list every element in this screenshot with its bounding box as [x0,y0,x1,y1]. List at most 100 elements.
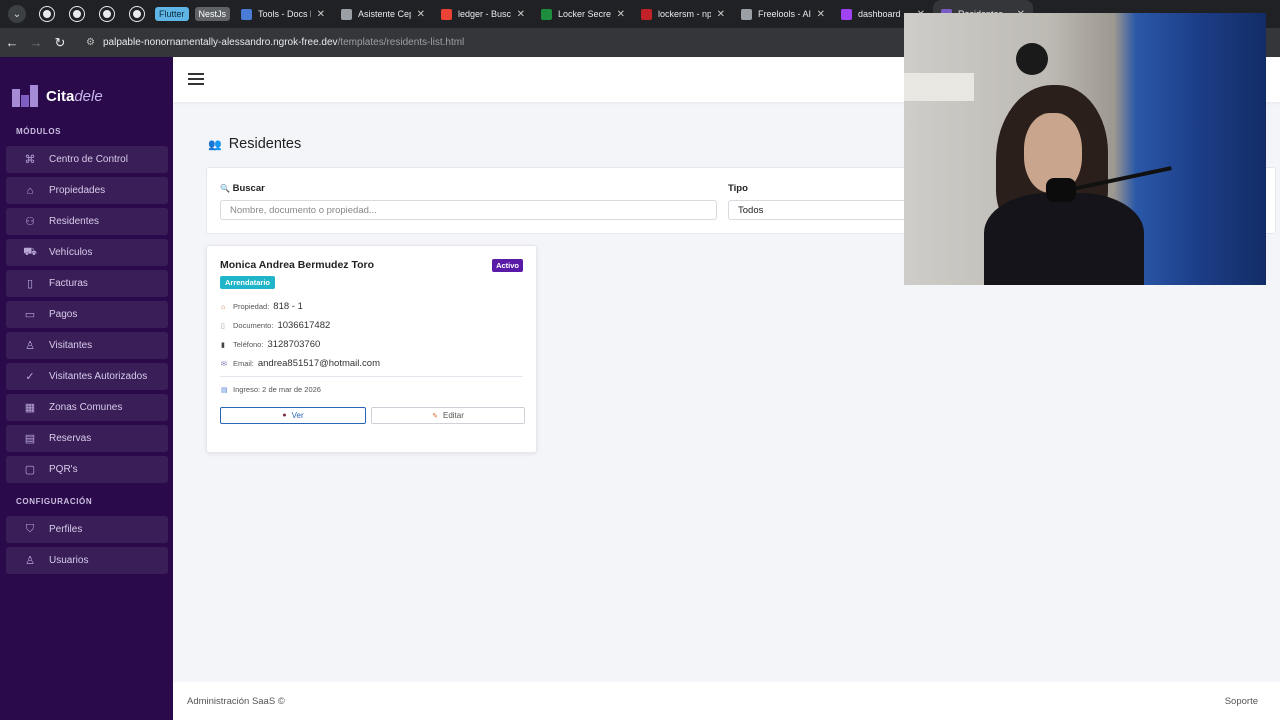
divider [220,376,523,377]
close-tab-icon[interactable]: ✕ [417,9,425,20]
bookmark-flutter[interactable]: Flutter [155,7,189,21]
resident-name: Monica Andrea Bermudez Toro [220,259,375,271]
tab-favicon-icon [741,8,753,20]
browser-tab[interactable]: Locker Secrets✕ [533,0,633,28]
sidebar-item-label: PQR's [49,464,78,475]
sidebar-item-label: Visitantes Autorizados [49,371,148,382]
sidebar-item-label: Usuarios [49,555,89,566]
command-icon: ⌘ [24,154,36,166]
calendar-icon: ▤ [24,433,36,445]
sidebar-item[interactable]: ♙ Usuarios [6,547,168,574]
browser-tab[interactable]: Freelools - AI F✕ [733,0,833,28]
tab-search-icon[interactable]: ⌄ [8,5,26,23]
sidebar-item[interactable]: ⌂ Propiedades [6,177,168,204]
tab-favicon-icon [841,8,853,20]
brand-name: Citadele [46,87,103,105]
close-tab-icon[interactable]: ✕ [317,9,325,20]
sidebar-item[interactable]: ▯ Facturas [6,270,168,297]
sidebar-item-label: Visitantes [49,340,93,351]
browser-tab[interactable]: lockersm - npm✕ [633,0,733,28]
sidebar-item-label: Pagos [49,309,78,320]
document-value: 1036617482 [277,320,331,331]
page-title-text: Residentes [228,136,302,152]
sidebar-item-label: Centro de Control [49,154,128,165]
phone-value: 3128703760 [267,339,321,350]
url-text[interactable]: palpable-nonornamentally-alessandro.ngro… [103,37,464,48]
close-tab-icon[interactable]: ✕ [517,9,525,20]
house-icon: ⌂ [221,304,226,311]
close-tab-icon[interactable]: ✕ [617,9,625,20]
sidebar-item[interactable]: ⚇ Residentes [6,208,168,235]
site-info-icon[interactable]: ⚙ [86,37,95,48]
support-link[interactable]: Soporte [1225,696,1258,707]
tab-favicon-icon [341,8,353,20]
back-icon[interactable]: ← [0,35,24,50]
sidebar-item[interactable]: ✓ Visitantes Autorizados [6,363,168,390]
user-icon: ♙ [25,340,35,352]
credit-card-icon: ▭ [24,309,36,321]
sidebar-item-label: Residentes [49,216,100,227]
browser-tab[interactable]: Asistente Cepe✕ [333,0,433,28]
message-icon: ▢ [24,464,36,476]
sidebar-item[interactable]: ♙ Visitantes [6,332,168,359]
browser-tab[interactable]: Tools - Docs by✕ [233,0,333,28]
user-plus-icon: ♙ [25,555,35,567]
close-tab-icon[interactable]: ✕ [817,9,825,20]
sidebar-item[interactable]: ▢ PQR's [6,456,168,483]
sidebar-item-label: Vehículos [49,247,93,258]
reload-icon[interactable]: ↻ [48,35,72,51]
sidebar-item[interactable]: ▭ Pagos [6,301,168,328]
sidebar-item[interactable]: ▤ Reservas [6,425,168,452]
email-value: andrea851517@hotmail.com [257,358,380,369]
shield-icon: ⛉ [25,523,35,535]
document-icon: ▯ [221,323,225,330]
sidebar-item[interactable]: ⌘ Centro de Control [6,146,168,173]
sidebar-item-label: Perfiles [49,524,83,535]
sidebar-item[interactable]: ⛟ Vehículos [6,239,168,266]
github-bookmark-icon[interactable] [92,0,122,28]
close-tab-icon[interactable]: ✕ [717,9,725,20]
calendar-icon: ▤ [221,387,228,394]
document-row: ▯ Documento: 1036617482 [221,320,331,331]
github-bookmark-icon[interactable] [32,0,62,28]
sidebar-item-label: Reservas [49,433,92,444]
github-bookmark-icon[interactable] [122,0,152,28]
property-row: ⌂ Propiedad: 818 - 1 [221,301,303,312]
forward-icon[interactable]: → [24,35,48,50]
footer-text: Administración SaaS © [187,695,285,707]
view-button[interactable]: ● Ver [220,407,366,424]
property-value: 818 - 1 [273,301,303,312]
sidebar-item[interactable]: ⛉ Perfiles [6,516,168,543]
browser-tab[interactable]: ledger - Buscar✕ [433,0,533,28]
bookmark-nestjs[interactable]: NestJs [194,7,231,21]
menu-toggle-icon[interactable] [188,73,204,88]
sidebar-item[interactable]: ▦ Zonas Comunes [6,394,168,421]
email-row: ✉ Email: andrea851517@hotmail.com [221,358,380,369]
users-icon: 👥 [208,138,222,151]
email-icon: ✉ [221,361,227,368]
pencil-icon: ✎ [432,412,438,420]
user-check-icon: ✓ [25,371,35,383]
github-bookmark-icon[interactable] [62,0,92,28]
brand[interactable]: Citadele [0,57,173,115]
search-label: 🔍 Buscar [220,183,265,194]
footer: Administración SaaS © Soporte [173,682,1280,720]
tab-favicon-icon [641,8,653,20]
search-input[interactable]: Nombre, documento o propiedad... [220,200,717,220]
status-badge: Activo [492,259,523,272]
webcam-overlay [904,13,1266,285]
tab-favicon-icon [241,8,253,20]
edit-button[interactable]: ✎ Editar [371,407,525,424]
tab-favicon-icon [541,8,553,20]
eye-icon: ● [282,412,287,419]
tab-favicon-icon [441,8,453,20]
logo-icon [12,85,38,107]
sidebar-item-label: Zonas Comunes [49,402,123,413]
section-title-modules: MÓDULOS [16,127,62,136]
users-icon: ⚇ [25,216,35,228]
resident-card: Monica Andrea Bermudez Toro Activo Arren… [206,245,537,453]
phone-icon: ▮ [221,342,225,349]
phone-row: ▮ Teléfono: 3128703760 [221,339,321,350]
car-icon: ⛟ [23,245,37,258]
page-title: 👥 Residentes [208,136,301,152]
